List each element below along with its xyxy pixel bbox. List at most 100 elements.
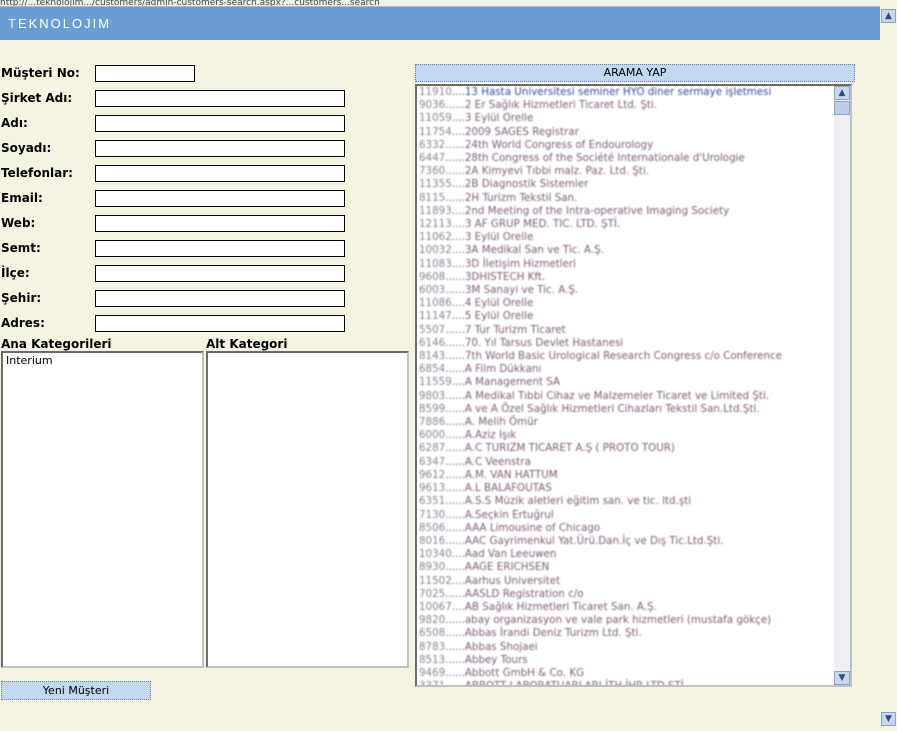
list-item[interactable]: 7360......2A Kimyevi Tıbbi malz. Paz. Lt… bbox=[419, 165, 835, 178]
leader-dots: ...... bbox=[445, 402, 465, 415]
list-item[interactable]: 10340....Aad Van Leeuwen bbox=[419, 548, 835, 561]
window-scrollbar[interactable]: ▲ ▼ bbox=[880, 0, 897, 731]
list-item[interactable]: 10032....3A Medikal San ve Tic. A.Ş. bbox=[419, 244, 835, 257]
customer-id: 9803 bbox=[419, 389, 446, 402]
customer-name: 2A Kimyevi Tıbbi malz. Paz. Ltd. Şti. bbox=[464, 165, 650, 178]
leader-dots: ...... bbox=[445, 508, 465, 521]
adres-input[interactable] bbox=[95, 315, 345, 332]
list-item[interactable]: 7130......A.Seçkin Ertuğrul bbox=[419, 509, 835, 522]
customer-name: 4 Eylül Orelle bbox=[464, 297, 534, 310]
list-item[interactable]: 8599......A ve A Özel Sağlık Hizmetleri … bbox=[419, 403, 835, 416]
customer-name: 13 Hasta Üniversitesi seminer HYO diner … bbox=[464, 86, 772, 98]
semt-input[interactable] bbox=[95, 240, 345, 257]
list-item[interactable]: 8506......AAA Limousine of Chicago bbox=[419, 522, 835, 535]
scroll-up-arrow-icon[interactable]: ▲ bbox=[881, 9, 896, 23]
customer-name: 24th World Congress of Endourology bbox=[464, 138, 654, 151]
list-item[interactable]: 7025......AASLD Registration c/o bbox=[419, 588, 835, 601]
list-item[interactable]: 8115......2H Turizm Tekstil San. bbox=[419, 192, 835, 205]
list-item[interactable]: 3371......ABBOTT LABORATUARLARI İTH.İHR.… bbox=[419, 680, 835, 685]
list-item[interactable]: 6508......Abbas İrandi Deniz Turizm Ltd.… bbox=[419, 627, 835, 640]
list-item[interactable]: 11502....Aarhus Universitet bbox=[419, 575, 835, 588]
results-scroll-down-icon[interactable]: ▼ bbox=[834, 671, 850, 685]
list-item[interactable]: 10067....AB Sağlık Hizmetleri Ticaret Sa… bbox=[419, 601, 835, 614]
leader-dots: ...... bbox=[445, 138, 465, 151]
customer-id: 9612 bbox=[419, 468, 446, 481]
ilce-input[interactable] bbox=[95, 265, 345, 282]
leader-dots: .... bbox=[451, 244, 465, 257]
list-item[interactable]: 6351......A.S.S Müzik aletleri eğitim sa… bbox=[419, 495, 835, 508]
list-item[interactable]: 6332......24th World Congress of Endouro… bbox=[419, 139, 835, 152]
list-item[interactable]: 6146......70. Yıl Tarsus Devlet Hastanes… bbox=[419, 337, 835, 350]
list-item[interactable]: 11062....3 Eylül Orelle bbox=[419, 231, 835, 244]
customer-name: A.C Veenstra bbox=[464, 455, 531, 468]
list-item[interactable]: Interium bbox=[3, 353, 202, 368]
list-item[interactable]: 6003......3M Sanayi ve Tic. A.Ş. bbox=[419, 284, 835, 297]
search-button[interactable]: ARAMA YAP bbox=[415, 64, 855, 82]
scroll-down-arrow-icon[interactable]: ▼ bbox=[881, 712, 896, 726]
customer-name: abay organizasyon ve vale park hizmetler… bbox=[464, 614, 772, 627]
musteri-no-input[interactable] bbox=[95, 65, 195, 82]
leader-dots: .... bbox=[451, 600, 465, 613]
list-item[interactable]: 8930......AAGE ERICHSEN bbox=[419, 561, 835, 574]
main-category-list[interactable]: Interium bbox=[1, 351, 204, 668]
sirket-adi-input[interactable] bbox=[95, 90, 345, 107]
customer-name: A.M. VAN HATTUM bbox=[464, 468, 558, 481]
list-item[interactable]: 11083....3D İletişim Hizmetleri bbox=[419, 258, 835, 271]
customer-results-list[interactable]: 11910....13 Hasta Üniversitesi seminer H… bbox=[415, 84, 852, 687]
list-item[interactable]: 8783......Abbas Shojaei bbox=[419, 641, 835, 654]
list-item[interactable]: 6854......A Film Dükkanı bbox=[419, 363, 835, 376]
new-customer-button[interactable]: Yeni Müşteri bbox=[1, 681, 151, 700]
list-item[interactable]: 9469......Abbott GmbH & Co. KG bbox=[419, 667, 835, 680]
leader-dots: ...... bbox=[445, 429, 465, 442]
list-item[interactable]: 8016......AAC Gayrimenkul Yat.Ürü.Dan.İç… bbox=[419, 535, 835, 548]
telefonlar-input[interactable] bbox=[95, 165, 345, 182]
list-item[interactable]: 5507......7 Tur Turizm Ticaret bbox=[419, 324, 835, 337]
results-scroll-up-icon[interactable]: ▲ bbox=[834, 86, 850, 100]
list-item[interactable]: 11893....2nd Meeting of the Intra-operat… bbox=[419, 205, 835, 218]
customer-name: 2nd Meeting of the Intra-operative Imagi… bbox=[464, 204, 730, 217]
customer-id: 8143 bbox=[419, 350, 446, 363]
list-item[interactable]: 9803......A Medikal Tıbbi Cihaz ve Malze… bbox=[419, 390, 835, 403]
leader-dots: ...... bbox=[445, 627, 465, 640]
list-item[interactable]: 9612......A.M. VAN HATTUM bbox=[419, 469, 835, 482]
adi-input[interactable] bbox=[95, 115, 345, 132]
list-item[interactable]: 9613......A.L BALAFOUTAS bbox=[419, 482, 835, 495]
results-scroll-thumb[interactable] bbox=[834, 101, 850, 115]
customer-name: 2H Turizm Tekstil San. bbox=[464, 191, 578, 204]
customer-name: A Film Dükkanı bbox=[464, 363, 542, 376]
list-item[interactable]: 11754....2009 SAGES Registrar bbox=[419, 126, 835, 139]
list-item[interactable]: 9820......abay organizasyon ve vale park… bbox=[419, 614, 835, 627]
list-item[interactable]: 11910....13 Hasta Üniversitesi seminer H… bbox=[419, 86, 835, 99]
email-input[interactable] bbox=[95, 190, 345, 207]
list-item[interactable]: 6347......A.C Veenstra bbox=[419, 456, 835, 469]
customer-id: 6854 bbox=[419, 363, 446, 376]
sub-category-list[interactable] bbox=[206, 351, 409, 668]
list-item[interactable]: 6287......A.C TURIZM TICARET A.Ş ( PROTO… bbox=[419, 442, 835, 455]
list-item[interactable]: 11559....A Management SA bbox=[419, 376, 835, 389]
list-item[interactable]: 6447......28th Congress of the Société I… bbox=[419, 152, 835, 165]
customer-name: 2B Diagnostik Sistemler bbox=[464, 178, 589, 191]
list-item[interactable]: 9036......2 Er Sağlık Hizmetleri Ticaret… bbox=[419, 99, 835, 112]
soyadi-input[interactable] bbox=[95, 140, 345, 157]
list-item[interactable]: 11086....4 Eylül Orelle bbox=[419, 297, 835, 310]
list-item[interactable]: 9608......3DHISTECH Kft. bbox=[419, 271, 835, 284]
list-item[interactable]: 7886......A. Melih Ömür bbox=[419, 416, 835, 429]
list-item[interactable]: 11147....5 Eylül Orelle bbox=[419, 310, 835, 323]
list-item[interactable]: 8143......7th World Basic Urological Res… bbox=[419, 350, 835, 363]
list-item[interactable]: 12113....3 AF GRUP MED. TIC. LTD. ŞTİ. bbox=[419, 218, 835, 231]
customer-id: 7025 bbox=[419, 587, 446, 600]
sehir-input[interactable] bbox=[95, 290, 345, 307]
results-scrollbar[interactable]: ▲ ▼ bbox=[834, 86, 850, 685]
leader-dots: ...... bbox=[445, 336, 465, 349]
label-semt: Semt: bbox=[1, 241, 41, 255]
customer-name: 7 Tur Turizm Ticaret bbox=[464, 323, 566, 336]
list-item[interactable]: 8513......Abbey Tours bbox=[419, 654, 835, 667]
list-item[interactable]: 11059....3 Eylül Orelle bbox=[419, 112, 835, 125]
customer-id: 7886 bbox=[419, 416, 446, 429]
web-input[interactable] bbox=[95, 215, 345, 232]
leader-dots: ...... bbox=[445, 640, 465, 653]
customer-name: AB Sağlık Hizmetleri Ticaret San. A.Ş. bbox=[464, 600, 657, 613]
customer-id: 11086 bbox=[419, 297, 452, 310]
list-item[interactable]: 11355....2B Diagnostik Sistemler bbox=[419, 178, 835, 191]
list-item[interactable]: 6000......A.Aziz Işık bbox=[419, 429, 835, 442]
